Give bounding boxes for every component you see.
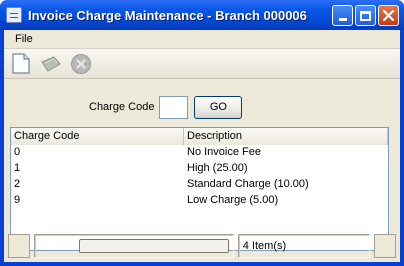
edit-button[interactable]	[40, 53, 62, 75]
row-charge-code: 2	[14, 178, 21, 190]
edit-icon	[41, 55, 61, 72]
delete-icon	[71, 53, 91, 74]
delete-button[interactable]	[70, 53, 92, 75]
charge-code-label: Charge Code	[89, 101, 155, 113]
app-window-icon[interactable]	[6, 7, 22, 23]
progress-bar	[78, 239, 229, 253]
title-bar[interactable]: Invoice Charge Maintenance - Branch 0000…	[0, 0, 404, 30]
maximize-button[interactable]	[355, 5, 376, 26]
charge-code-input[interactable]	[159, 95, 189, 119]
new-document-icon	[12, 53, 30, 74]
row-description: No Invoice Fee	[187, 146, 261, 158]
item-count: 4 Item(s)	[237, 234, 371, 258]
list-row[interactable]: 9 Low Charge (5.00)	[11, 193, 388, 209]
size-grip[interactable]	[374, 234, 396, 258]
client-area: File Charge Code GO Charge Code Descript…	[4, 30, 400, 262]
row-charge-code: 0	[14, 146, 21, 158]
menu-bar: File	[4, 30, 400, 49]
column-header-description[interactable]: Description	[184, 128, 388, 145]
menu-file[interactable]: File	[10, 32, 38, 46]
column-header-charge-code[interactable]: Charge Code	[11, 128, 184, 145]
row-charge-code: 1	[14, 162, 21, 174]
status-bar: 4 Item(s)	[4, 230, 400, 262]
list-header: Charge Code Description	[11, 128, 388, 145]
search-row: Charge Code GO	[4, 94, 400, 120]
row-charge-code: 9	[14, 194, 21, 206]
toolbar	[4, 49, 400, 79]
minimize-button[interactable]	[332, 5, 353, 26]
app-window: Invoice Charge Maintenance - Branch 0000…	[0, 0, 404, 266]
list-row[interactable]: 1 High (25.00)	[11, 161, 388, 177]
row-description: Standard Charge (10.00)	[187, 178, 309, 190]
minimize-icon	[338, 18, 347, 21]
window-controls	[332, 5, 399, 26]
window-title: Invoice Charge Maintenance - Branch 0000…	[28, 7, 307, 23]
close-icon	[383, 10, 394, 21]
list-row[interactable]: 0 No Invoice Fee	[11, 145, 388, 161]
go-button[interactable]: GO	[194, 95, 243, 119]
maximize-icon	[360, 10, 371, 21]
row-description: Low Charge (5.00)	[187, 194, 279, 206]
status-left-panel	[8, 234, 30, 258]
row-description: High (25.00)	[187, 162, 248, 174]
new-button[interactable]	[10, 53, 32, 75]
list-row[interactable]: 2 Standard Charge (10.00)	[11, 177, 388, 193]
status-progress-panel	[33, 234, 234, 258]
close-button[interactable]	[378, 5, 399, 26]
